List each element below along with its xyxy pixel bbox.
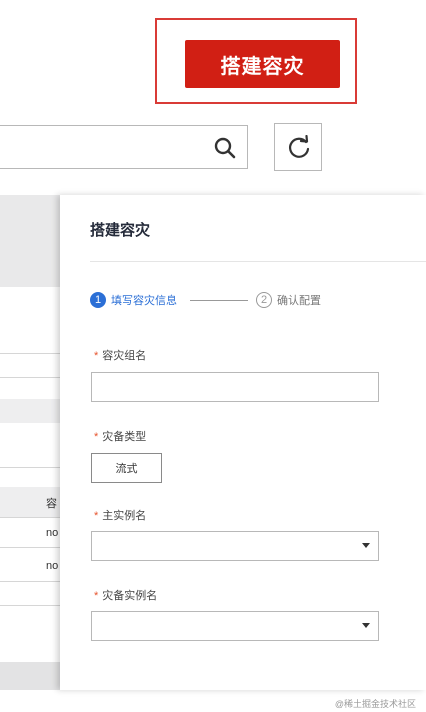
step-number: 2 [256, 292, 272, 308]
search-input[interactable] [0, 125, 248, 169]
column-header-text: 容 [46, 498, 57, 510]
dr-instance-label: * 灾备实例名 [94, 587, 157, 603]
watermark: @稀土掘金技术社区 [334, 699, 416, 709]
table-row[interactable]: no [46, 527, 58, 539]
step-fill-info: 1 填写容灾信息 [90, 292, 177, 308]
dr-instance-select[interactable] [91, 611, 379, 641]
dropdown-arrow-icon [362, 623, 370, 628]
divider [0, 517, 60, 518]
label-text: 灾备类型 [102, 431, 147, 443]
table-row[interactable]: no [46, 560, 58, 572]
group-name-input[interactable] [91, 372, 379, 402]
primary-instance-label: * 主实例名 [94, 507, 146, 523]
step-confirm-config: 2 确认配置 [256, 292, 321, 308]
step-label: 确认配置 [277, 295, 321, 307]
dropdown-arrow-icon [362, 543, 370, 548]
refresh-icon [288, 135, 310, 158]
table-section-strip [0, 399, 60, 423]
refresh-button[interactable] [274, 123, 322, 171]
label-text: 主实例名 [102, 510, 147, 522]
required-mark: * [94, 510, 99, 522]
create-dr-button[interactable]: 搭建容灾 [185, 40, 340, 88]
dr-type-label: * 灾备类型 [94, 428, 146, 444]
drawer-divider [90, 261, 426, 262]
divider [0, 467, 60, 468]
search-icon[interactable] [213, 136, 237, 160]
required-mark: * [94, 350, 99, 362]
primary-instance-select[interactable] [91, 531, 379, 561]
step-connector [190, 300, 248, 301]
step-label: 填写容灾信息 [111, 295, 177, 307]
step-number: 1 [90, 292, 106, 308]
required-mark: * [94, 431, 99, 443]
group-name-label: * 容灾组名 [94, 347, 146, 363]
drawer-title: 搭建容灾 [90, 222, 151, 239]
divider [0, 353, 60, 354]
divider [0, 377, 60, 378]
table-footer [0, 662, 60, 690]
create-dr-drawer: 搭建容灾 1 填写容灾信息 2 确认配置 * 容灾组名 * 灾备类型 流式 * 主实例… [60, 195, 426, 690]
label-text: 灾备实例名 [102, 590, 158, 602]
table-header-area [0, 195, 60, 287]
label-text: 容灾组名 [102, 350, 147, 362]
divider [0, 605, 60, 606]
background-table: 容 no no [0, 195, 60, 690]
divider [0, 547, 60, 548]
required-mark: * [94, 590, 99, 602]
dr-type-streaming-button[interactable]: 流式 [91, 453, 162, 483]
divider [0, 581, 60, 582]
